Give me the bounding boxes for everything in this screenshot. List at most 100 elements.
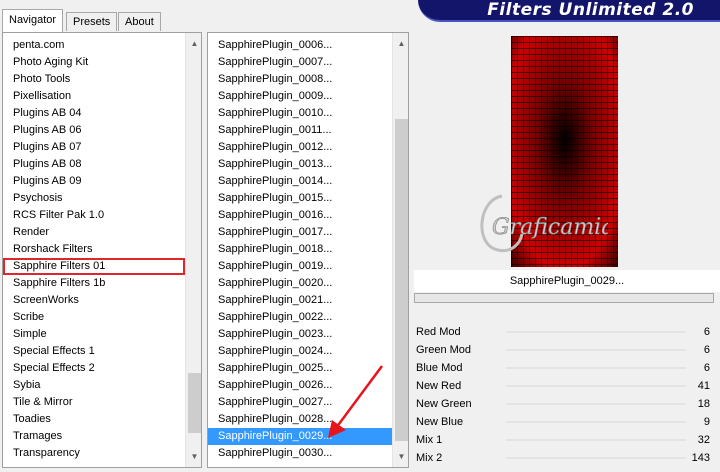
filter-item[interactable]: SapphirePlugin_0026... xyxy=(208,377,392,394)
filter-item[interactable]: SapphirePlugin_0021... xyxy=(208,292,392,309)
category-item[interactable]: Sapphire Filters 01 xyxy=(3,258,185,275)
filter-item[interactable]: SapphirePlugin_0020... xyxy=(208,275,392,292)
filter-item[interactable]: SapphirePlugin_0019... xyxy=(208,258,392,275)
category-item[interactable]: Toadies xyxy=(3,411,185,428)
parameter-value: 6 xyxy=(703,326,710,338)
category-item[interactable]: Transparency xyxy=(3,445,185,462)
filter-item[interactable]: SapphirePlugin_0022... xyxy=(208,309,392,326)
category-scrollbar[interactable]: ▲ ▼ xyxy=(185,33,201,467)
filter-item[interactable]: SapphirePlugin_0008... xyxy=(208,71,392,88)
parameter-slider-track[interactable] xyxy=(506,421,686,423)
parameter-row[interactable]: New Red 41 xyxy=(414,377,716,395)
filter-item[interactable]: SapphirePlugin_0013... xyxy=(208,156,392,173)
parameter-row[interactable]: New Green 18 xyxy=(414,395,716,413)
parameter-label: Blue Mod xyxy=(416,362,463,374)
category-item[interactable]: Special Effects 2 xyxy=(3,360,185,377)
parameter-row[interactable]: Mix 1 32 xyxy=(414,431,716,449)
parameter-value: 143 xyxy=(691,452,710,464)
category-item[interactable]: Plugins AB 06 xyxy=(3,122,185,139)
parameter-label: New Blue xyxy=(416,416,464,428)
parameter-value: 6 xyxy=(703,344,710,356)
category-item[interactable]: Sybia xyxy=(3,377,185,394)
parameter-value: 32 xyxy=(697,434,710,446)
parameter-slider-track[interactable] xyxy=(506,457,686,459)
category-item[interactable]: Tramages xyxy=(3,428,185,445)
filter-preview-image xyxy=(511,36,618,267)
parameter-label: New Red xyxy=(416,380,462,392)
filter-item[interactable]: SapphirePlugin_0017... xyxy=(208,224,392,241)
category-item[interactable]: Plugins AB 09 xyxy=(3,173,185,190)
parameter-slider-track[interactable] xyxy=(506,367,686,369)
filter-item[interactable]: SapphirePlugin_0011... xyxy=(208,122,392,139)
parameter-label: Mix 2 xyxy=(416,452,443,464)
parameter-row[interactable]: New Blue 9 xyxy=(414,413,716,431)
category-item[interactable]: Psychosis xyxy=(3,190,185,207)
parameter-slider-track[interactable] xyxy=(506,439,686,441)
tab-about[interactable]: About xyxy=(118,12,161,31)
filter-scrollbar[interactable]: ▲ ▼ xyxy=(392,33,408,467)
filter-item[interactable]: SapphirePlugin_0027... xyxy=(208,394,392,411)
scroll-up-arrow-icon[interactable]: ▲ xyxy=(393,35,408,52)
filter-list-panel: SapphirePlugin_0006... SapphirePlugin_000… xyxy=(207,32,409,468)
filter-item[interactable]: SapphirePlugin_0028... xyxy=(208,411,392,428)
parameter-slider-track[interactable] xyxy=(506,385,686,387)
scroll-down-arrow-icon[interactable]: ▼ xyxy=(186,448,201,465)
preview-caption: SapphirePlugin_0029... xyxy=(414,270,720,292)
category-item[interactable]: ScreenWorks xyxy=(3,292,185,309)
filter-item[interactable]: SapphirePlugin_0023... xyxy=(208,326,392,343)
parameter-slider-track[interactable] xyxy=(506,331,686,333)
parameter-label: New Green xyxy=(416,398,472,410)
category-item[interactable]: Rorshack Filters xyxy=(3,241,185,258)
scroll-up-arrow-icon[interactable]: ▲ xyxy=(186,35,201,52)
category-list[interactable]: penta.com Photo Aging Kit Photo Tools Pixel… xyxy=(3,37,185,462)
filter-item[interactable]: SapphirePlugin_0025... xyxy=(208,360,392,377)
parameter-row[interactable]: Mix 2 143 xyxy=(414,449,716,467)
category-item[interactable]: Simple xyxy=(3,326,185,343)
category-item[interactable]: Pixellisation xyxy=(3,88,185,105)
filter-item[interactable]: SapphirePlugin_0029... xyxy=(208,428,392,445)
parameter-row[interactable]: Green Mod 6 xyxy=(414,341,716,359)
tab-strip: Navigator Presets About xyxy=(0,0,420,32)
filter-item[interactable]: SapphirePlugin_0018... xyxy=(208,241,392,258)
parameter-list: Red Mod 6 Green Mod 6 Blue Mod 6 New Red 41 New … xyxy=(414,323,716,467)
filter-item[interactable]: SapphirePlugin_0007... xyxy=(208,54,392,71)
parameter-label: Green Mod xyxy=(416,344,472,356)
filter-item[interactable]: SapphirePlugin_0010... xyxy=(208,105,392,122)
filter-item[interactable]: SapphirePlugin_0006... xyxy=(208,37,392,54)
category-item[interactable]: Plugins AB 04 xyxy=(3,105,185,122)
parameter-value: 6 xyxy=(703,362,710,374)
parameter-label: Mix 1 xyxy=(416,434,443,446)
category-item[interactable]: Photo Aging Kit xyxy=(3,54,185,71)
category-item[interactable]: penta.com xyxy=(3,37,185,54)
filter-item[interactable]: SapphirePlugin_0015... xyxy=(208,190,392,207)
filter-item[interactable]: SapphirePlugin_0012... xyxy=(208,139,392,156)
filter-item[interactable]: SapphirePlugin_0030... xyxy=(208,445,392,462)
category-item[interactable]: Special Effects 1 xyxy=(3,343,185,360)
category-item[interactable]: Render xyxy=(3,224,185,241)
parameter-value: 18 xyxy=(697,398,710,410)
tab-presets[interactable]: Presets xyxy=(66,12,118,31)
parameter-value: 9 xyxy=(703,416,710,428)
category-item[interactable]: RCS Filter Pak 1.0 xyxy=(3,207,185,224)
parameter-slider-track[interactable] xyxy=(506,349,686,351)
parameter-row[interactable]: Red Mod 6 xyxy=(414,323,716,341)
filter-scroll-thumb[interactable] xyxy=(395,119,408,441)
category-scroll-thumb[interactable] xyxy=(188,373,201,433)
filter-item[interactable]: SapphirePlugin_0009... xyxy=(208,88,392,105)
category-item[interactable]: Plugins AB 08 xyxy=(3,156,185,173)
parameter-label: Red Mod xyxy=(416,326,461,338)
filter-item[interactable]: SapphirePlugin_0016... xyxy=(208,207,392,224)
tab-navigator[interactable]: Navigator xyxy=(2,9,64,32)
category-item[interactable]: Tile & Mirror xyxy=(3,394,185,411)
filter-item[interactable]: SapphirePlugin_0024... xyxy=(208,343,392,360)
category-item[interactable]: Sapphire Filters 1b xyxy=(3,275,185,292)
filter-list[interactable]: SapphirePlugin_0006... SapphirePlugin_000… xyxy=(208,37,392,462)
category-item[interactable]: Plugins AB 07 xyxy=(3,139,185,156)
parameter-slider-track[interactable] xyxy=(506,403,686,405)
parameter-value: 41 xyxy=(697,380,710,392)
scroll-down-arrow-icon[interactable]: ▼ xyxy=(393,448,408,465)
category-item[interactable]: Scribe xyxy=(3,309,185,326)
filter-item[interactable]: SapphirePlugin_0014... xyxy=(208,173,392,190)
category-item[interactable]: Photo Tools xyxy=(3,71,185,88)
parameter-row[interactable]: Blue Mod 6 xyxy=(414,359,716,377)
